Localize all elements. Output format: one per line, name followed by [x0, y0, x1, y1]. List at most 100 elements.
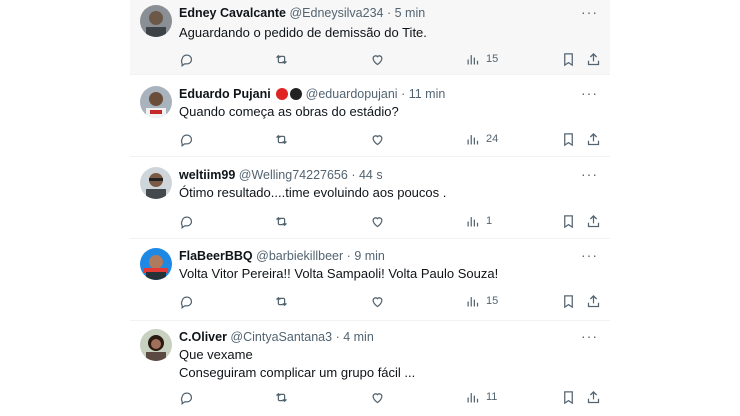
more-options-icon[interactable]: ···: [581, 328, 598, 344]
tweet-item[interactable]: Edney Cavalcante @Edneysilva234 · 5 min …: [130, 0, 610, 75]
author-handle[interactable]: @Edneysilva234: [289, 6, 383, 20]
views-count: 11: [486, 391, 498, 403]
author-name[interactable]: FlaBeerBBQ: [179, 249, 253, 263]
views-icon: [467, 54, 479, 64]
bookmark-button[interactable]: [561, 130, 576, 148]
more-options-icon[interactable]: ···: [581, 4, 598, 20]
reply-icon: [180, 133, 193, 147]
reply-icon: [180, 391, 193, 405]
reply-button[interactable]: [179, 292, 194, 310]
like-icon: [372, 216, 383, 227]
reply-icon: [180, 295, 193, 309]
avatar[interactable]: [140, 248, 172, 280]
reply-button[interactable]: [179, 212, 194, 230]
views-icon: [467, 296, 479, 306]
author-handle[interactable]: @barbiekillbeer: [256, 249, 343, 263]
badge-red: [276, 88, 289, 100]
bookmark-button[interactable]: [561, 50, 576, 68]
bookmark-icon: [564, 132, 573, 146]
tweet-item[interactable]: FlaBeerBBQ @barbiekillbeer · 9 min ··· V…: [130, 238, 610, 321]
like-button[interactable]: [370, 130, 385, 148]
more-options-icon[interactable]: ···: [581, 85, 598, 101]
bookmark-button[interactable]: [561, 292, 576, 310]
reply-icon: [180, 53, 193, 67]
like-icon: [372, 134, 383, 145]
retweet-icon: [276, 296, 287, 306]
badge-black: [290, 88, 303, 100]
retweet-button[interactable]: [274, 212, 289, 230]
bookmark-icon: [564, 390, 573, 404]
timestamp[interactable]: 9 min: [354, 249, 385, 263]
author-handle[interactable]: @eduardopujani: [306, 87, 398, 101]
views-button[interactable]: 15: [465, 50, 498, 68]
views-icon: [467, 134, 479, 144]
views-icon: [467, 216, 479, 226]
share-icon: [587, 132, 600, 145]
reply-button[interactable]: [179, 130, 194, 148]
share-button[interactable]: [586, 388, 601, 406]
retweet-icon: [276, 54, 287, 64]
retweet-button[interactable]: [274, 388, 289, 406]
bookmark-button[interactable]: [561, 212, 576, 230]
author-handle[interactable]: @CintyaSantana3: [230, 330, 332, 344]
bookmark-icon: [564, 294, 573, 308]
like-icon: [372, 54, 383, 65]
share-icon: [587, 294, 600, 307]
retweet-button[interactable]: [274, 130, 289, 148]
author-name[interactable]: Eduardo Pujani: [179, 87, 271, 101]
retweet-icon: [276, 392, 287, 402]
share-button[interactable]: [586, 292, 601, 310]
retweet-button[interactable]: [274, 292, 289, 310]
like-icon: [372, 296, 383, 307]
views-count: 1: [486, 215, 493, 227]
bookmark-icon: [564, 214, 573, 228]
like-button[interactable]: [370, 292, 385, 310]
views-button[interactable]: 24: [465, 130, 498, 148]
timestamp[interactable]: 11 min: [409, 87, 446, 101]
tweet-item[interactable]: weltiim99 @Welling74227656 · 44 s ··· Ót…: [130, 156, 610, 239]
reply-button[interactable]: [179, 50, 194, 68]
retweet-icon: [276, 216, 287, 226]
timestamp[interactable]: 5 min: [395, 6, 426, 20]
retweet-button[interactable]: [274, 50, 289, 68]
author-handle[interactable]: @Welling74227656: [239, 168, 348, 182]
tweet-item[interactable]: C.Oliver @CintyaSantana3 · 4 min ··· Que…: [130, 320, 610, 416]
reply-feed: Edney Cavalcante @Edneysilva234 · 5 min …: [130, 0, 610, 416]
like-button[interactable]: [370, 212, 385, 230]
share-button[interactable]: [586, 212, 601, 230]
tweet-text: Quando começa as obras do estádio?: [179, 104, 399, 119]
avatar[interactable]: [140, 329, 172, 361]
retweet-icon: [276, 134, 287, 144]
share-button[interactable]: [586, 50, 601, 68]
views-button[interactable]: 1: [465, 212, 492, 230]
like-icon: [372, 392, 383, 403]
tweet-text: Ótimo resultado....time evoluindo aos po…: [179, 185, 447, 200]
author-name[interactable]: Edney Cavalcante: [179, 6, 286, 20]
reply-button[interactable]: [179, 388, 194, 406]
share-icon: [587, 52, 600, 65]
reply-icon: [180, 215, 193, 229]
share-button[interactable]: [586, 130, 601, 148]
like-button[interactable]: [370, 388, 385, 406]
timestamp[interactable]: 4 min: [343, 330, 374, 344]
avatar[interactable]: [140, 167, 172, 199]
tweet-text: Volta Vitor Pereira!! Volta Sampaoli! Vo…: [179, 266, 499, 281]
bookmark-button[interactable]: [561, 388, 576, 406]
views-count: 24: [486, 133, 499, 145]
avatar[interactable]: [140, 5, 172, 37]
views-button[interactable]: 15: [465, 292, 498, 310]
author-name[interactable]: C.Oliver: [179, 330, 227, 344]
more-options-icon[interactable]: ···: [581, 166, 598, 182]
share-icon: [587, 390, 600, 403]
views-button[interactable]: 11: [465, 388, 497, 406]
views-icon: [467, 392, 479, 402]
author-name[interactable]: weltiim99: [179, 168, 235, 182]
avatar[interactable]: [140, 86, 172, 118]
views-count: 15: [486, 295, 499, 307]
tweet-item[interactable]: Eduardo Pujani @eduardopujani · 11 min ·…: [130, 74, 610, 157]
tweet-text: Que vexame Conseguiram complicar um grup…: [179, 347, 416, 380]
like-button[interactable]: [370, 50, 385, 68]
timestamp[interactable]: 44 s: [359, 168, 383, 182]
more-options-icon[interactable]: ···: [581, 247, 598, 263]
bookmark-icon: [564, 52, 573, 66]
